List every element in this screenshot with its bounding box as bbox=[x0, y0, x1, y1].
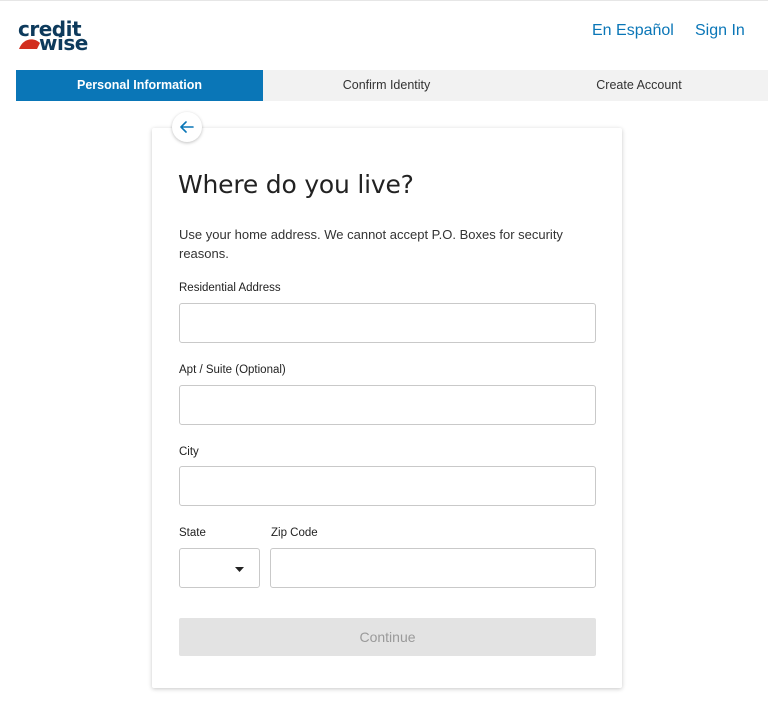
form-description: Use your home address. We cannot accept … bbox=[179, 227, 563, 261]
logo-word-wise: wise bbox=[39, 31, 88, 55]
caret-down-icon bbox=[235, 567, 244, 572]
zip-code-input[interactable] bbox=[270, 548, 596, 588]
continue-button[interactable]: Continue bbox=[179, 618, 596, 656]
espanol-link[interactable]: En Español bbox=[592, 22, 674, 40]
residential-address-input[interactable] bbox=[179, 303, 596, 343]
header: credit wise En Español Sign In bbox=[0, 0, 768, 66]
step-confirm-identity: Confirm Identity bbox=[342, 78, 431, 92]
city-input[interactable] bbox=[179, 466, 596, 506]
creditwise-logo[interactable]: credit wise bbox=[18, 19, 98, 55]
state-select[interactable] bbox=[179, 548, 260, 588]
arrow-left-icon bbox=[180, 121, 194, 133]
zip-code-label: Zip Code bbox=[271, 527, 318, 539]
page-title: Where do you live? bbox=[178, 170, 414, 199]
sign-in-link[interactable]: Sign In bbox=[695, 22, 745, 40]
state-label: State bbox=[179, 527, 206, 539]
back-button[interactable] bbox=[172, 112, 202, 142]
city-label: City bbox=[179, 446, 199, 458]
residential-address-label: Residential Address bbox=[179, 282, 281, 294]
progress-steps: Personal Information Confirm Identity Cr… bbox=[16, 70, 768, 101]
step-personal-information: Personal Information bbox=[16, 70, 263, 101]
apt-suite-label: Apt / Suite (Optional) bbox=[179, 364, 286, 376]
apt-suite-input[interactable] bbox=[179, 385, 596, 425]
step-create-account: Create Account bbox=[596, 78, 682, 92]
